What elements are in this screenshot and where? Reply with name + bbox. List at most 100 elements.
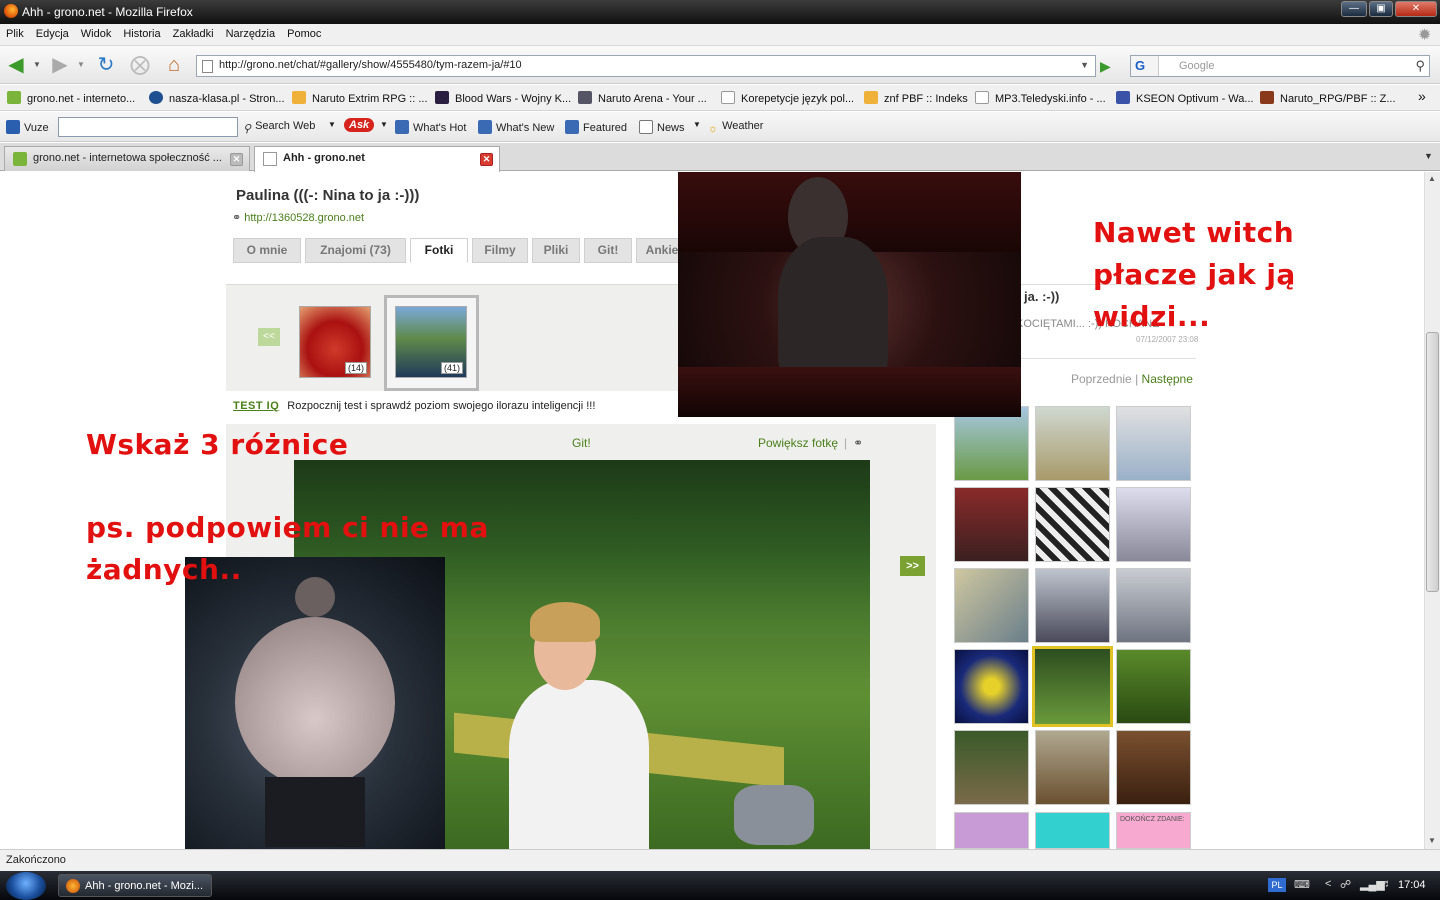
photo-thumbnail[interactable]: DOKOŃCZ ZDANIE: <box>1116 812 1191 849</box>
clock[interactable]: 17:04 <box>1398 879 1426 891</box>
ask-logo-icon[interactable]: Ask <box>344 118 375 132</box>
minimize-button[interactable]: — <box>1341 1 1367 17</box>
menu-historia[interactable]: Historia <box>117 24 166 40</box>
whats-new-button[interactable]: What's New <box>478 120 554 134</box>
search-input[interactable]: G Google ⚲ <box>1130 55 1430 77</box>
bookmark-grono[interactable]: grono.net - interneto... <box>7 91 135 105</box>
scrollbar-thumb[interactable] <box>1426 332 1439 592</box>
bookmarks-overflow-icon[interactable]: » <box>1418 88 1426 104</box>
photo-thumbnail[interactable] <box>1035 487 1110 562</box>
url-bar[interactable]: http://grono.net/chat/#gallery/show/4555… <box>196 55 1096 77</box>
stop-icon[interactable]: ⨂ <box>128 53 152 77</box>
featured-button[interactable]: Featured <box>565 120 627 134</box>
photo-thumbnail[interactable] <box>954 568 1029 643</box>
menu-zakladki[interactable]: Zakładki <box>167 24 220 40</box>
photo-thumbnail[interactable] <box>954 649 1029 724</box>
album-thumbnail-selected[interactable]: (41) <box>395 306 467 378</box>
photo-thumbnail[interactable] <box>1116 649 1191 724</box>
bookmark-znf-pbf[interactable]: znf PBF :: Indeks <box>864 91 968 105</box>
bookmark-korepetycje[interactable]: Korepetycje język pol... <box>721 91 854 105</box>
prev-photo-link[interactable]: Poprzednie <box>1071 372 1132 386</box>
news-button[interactable]: News <box>639 120 685 134</box>
photo-thumbnail[interactable] <box>1116 568 1191 643</box>
tab-pliki[interactable]: Pliki <box>532 238 580 263</box>
tab-fotki[interactable]: Fotki <box>410 238 468 263</box>
tab-filmy[interactable]: Filmy <box>472 238 528 263</box>
reload-icon[interactable]: ↻ <box>94 53 118 77</box>
forward-dropdown-icon[interactable]: ▼ <box>74 53 88 77</box>
bookmark-kseon[interactable]: KSEON Optivum - Wa... <box>1116 91 1254 105</box>
search-web-button[interactable]: ⚲ Search Web <box>243 120 315 136</box>
network-icon[interactable]: ☍ <box>1340 878 1351 891</box>
volume-icon[interactable]: ♬ <box>1381 878 1392 890</box>
naruto-arena-icon <box>578 91 592 104</box>
weather-button[interactable]: ☼ Weather <box>708 120 763 137</box>
language-indicator[interactable]: PL <box>1268 878 1286 892</box>
menu-plik[interactable]: Plik <box>0 24 30 40</box>
photo-thumbnail[interactable] <box>954 487 1029 562</box>
keyboard-icon[interactable]: ⌨ <box>1294 878 1310 891</box>
tab-git[interactable]: Git! <box>584 238 632 263</box>
bookmark-naruto-rpg[interactable]: Naruto_RPG/PBF :: Z... <box>1260 91 1396 105</box>
url-dropdown-icon[interactable]: ▼ <box>1080 60 1089 70</box>
ask-dropdown-icon[interactable]: ▼ <box>380 120 388 129</box>
back-icon[interactable]: ◀ <box>4 53 28 77</box>
start-button[interactable] <box>6 872 46 900</box>
bookmark-mp3-teledyski[interactable]: MP3.Teledyski.info - ... <box>975 91 1106 105</box>
tab-label: Ahh - grono.net <box>283 152 365 164</box>
close-tab-icon[interactable]: ✕ <box>480 153 493 166</box>
menu-narzedzia[interactable]: Narzędzia <box>220 24 282 40</box>
profile-url[interactable]: ⚭ http://1360528.grono.net <box>232 211 364 224</box>
search-engine-icon[interactable]: G <box>1131 56 1159 76</box>
photo-thumbnail[interactable] <box>954 406 1029 481</box>
search-icon[interactable]: ⚲ <box>1415 58 1425 74</box>
tab-grono[interactable]: grono.net - internetowa społeczność ... … <box>4 146 250 171</box>
tab-list-dropdown-icon[interactable]: ▼ <box>1424 151 1433 161</box>
search-web-dropdown-icon[interactable]: ▼ <box>328 120 336 129</box>
prev-albums-button[interactable]: << <box>258 328 280 346</box>
git-link[interactable]: Git! <box>572 436 591 450</box>
bookmark-naruto-arena[interactable]: Naruto Arena - Your ... <box>578 91 707 105</box>
bookmark-blood-wars[interactable]: Blood Wars - Wojny K... <box>435 91 571 105</box>
vuze-search-input[interactable] <box>58 117 238 137</box>
forward-icon[interactable]: ▶ <box>48 53 72 77</box>
next-photo-link[interactable]: Następne <box>1142 372 1193 386</box>
photo-thumbnail[interactable] <box>1116 730 1191 805</box>
tab-ahh-grono[interactable]: Ahh - grono.net ✕ <box>254 146 500 172</box>
maximize-button[interactable]: ▣ <box>1369 1 1393 17</box>
photo-thumbnail[interactable] <box>1116 487 1191 562</box>
photo-thumbnail[interactable] <box>1035 568 1110 643</box>
tray-expand-icon[interactable]: < <box>1325 878 1331 890</box>
close-window-button[interactable]: ✕ <box>1395 1 1437 17</box>
whats-hot-button[interactable]: What's Hot <box>395 120 466 134</box>
menu-edycja[interactable]: Edycja <box>30 24 75 40</box>
scroll-down-icon[interactable]: ▼ <box>1428 836 1436 845</box>
tab-znajomi[interactable]: Znajomi (73) <box>305 238 406 263</box>
photo-thumbnail[interactable] <box>954 730 1029 805</box>
naruto-extrim-icon <box>292 91 306 104</box>
album-thumbnail[interactable]: (14) <box>299 306 371 378</box>
bookmark-naruto-extrim[interactable]: Naruto Extrim RPG :: ... <box>292 91 428 105</box>
vuze-label[interactable]: Vuze <box>6 120 49 134</box>
menu-pomoc[interactable]: Pomoc <box>281 24 327 40</box>
go-icon[interactable]: ▶ <box>1100 55 1120 77</box>
test-iq-promo[interactable]: TEST IQ Rozpocznij test i sprawdź poziom … <box>233 400 595 412</box>
photo-thumbnail[interactable] <box>1035 730 1110 805</box>
back-dropdown-icon[interactable]: ▼ <box>30 53 44 77</box>
photo-thumbnail[interactable] <box>1035 812 1110 849</box>
tab-o-mnie[interactable]: O mnie <box>233 238 301 263</box>
photo-thumbnail-selected[interactable] <box>1032 646 1113 727</box>
photo-thumbnail[interactable] <box>1116 406 1191 481</box>
bookmark-nasza-klasa[interactable]: nasza-klasa.pl - Stron... <box>149 91 285 105</box>
news-dropdown-icon[interactable]: ▼ <box>693 120 701 129</box>
zoom-photo-link[interactable]: Powiększ fotkę | ⚭ <box>758 436 863 450</box>
next-photo-button[interactable]: >> <box>900 556 925 576</box>
home-icon[interactable]: ⌂ <box>162 53 186 77</box>
photo-thumbnail[interactable] <box>1035 406 1110 481</box>
taskbar-firefox-item[interactable]: Ahh - grono.net - Mozi... <box>58 874 212 897</box>
photo-thumbnail[interactable] <box>954 812 1029 849</box>
scroll-up-icon[interactable]: ▲ <box>1428 174 1436 183</box>
vertical-scrollbar[interactable]: ▲ ▼ <box>1424 172 1440 849</box>
menu-widok[interactable]: Widok <box>75 24 118 40</box>
close-tab-icon[interactable]: ✕ <box>230 153 243 166</box>
